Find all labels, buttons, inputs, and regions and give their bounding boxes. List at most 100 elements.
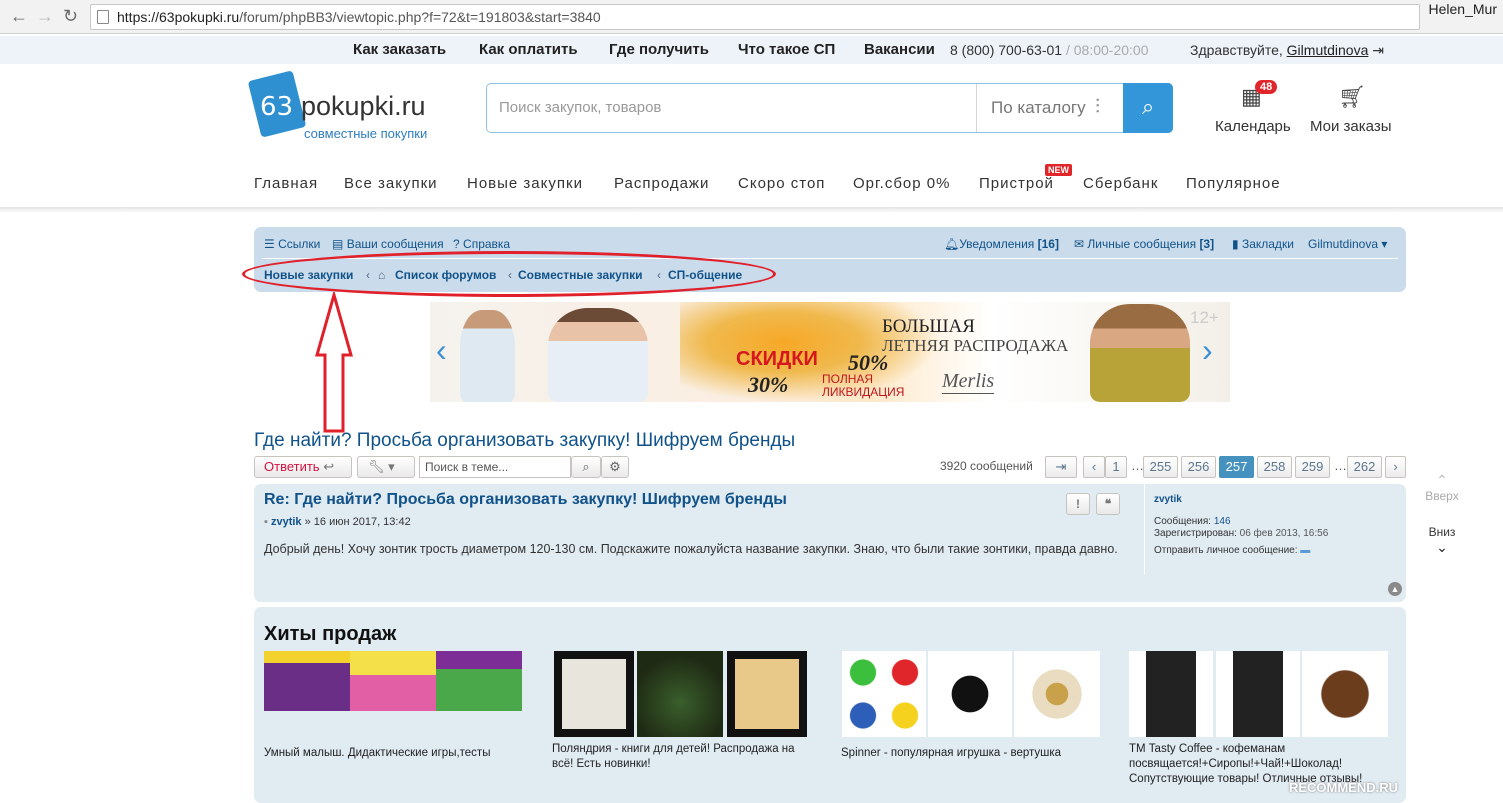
- your-posts-link[interactable]: ▤ Ваши сообщения: [332, 237, 444, 251]
- topmenu-what-is-sp[interactable]: Что такое СП: [738, 41, 835, 58]
- product-image-spinner-2[interactable]: [928, 651, 1012, 737]
- banner-next-icon[interactable]: ›: [1202, 332, 1213, 369]
- product-image-spinner-3[interactable]: [1014, 651, 1100, 737]
- chevron-left-icon: ‹: [1091, 459, 1097, 474]
- logo-name[interactable]: pokupki.ru: [301, 91, 426, 122]
- profile-divider: [1144, 484, 1145, 574]
- notifications-link[interactable]: 🔔︎Уведомления [16]: [944, 237, 1059, 251]
- nav-sberbank[interactable]: Сбербанк: [1083, 175, 1158, 192]
- scroll-down-link[interactable]: Вниз ⌄: [1422, 525, 1462, 556]
- product-image-spinner-1[interactable]: [842, 651, 926, 737]
- pm-icon[interactable]: ▬: [1300, 545, 1310, 556]
- forward-arrow-icon[interactable]: →: [36, 7, 54, 25]
- user-menu[interactable]: Gilmutdinova ▾: [1308, 237, 1387, 251]
- quote-button[interactable]: ❝: [1096, 493, 1120, 515]
- calendar-badge: 48: [1255, 80, 1278, 94]
- post-author[interactable]: zvytik: [271, 516, 302, 528]
- nav-new-purchases[interactable]: Новые закупки: [467, 175, 583, 192]
- prev-page-button[interactable]: ‹: [1083, 456, 1105, 478]
- my-orders-link[interactable]: Мои заказы: [1310, 118, 1392, 135]
- logout-icon[interactable]: ⇥: [1372, 42, 1384, 58]
- advanced-search-button[interactable]: ⚙: [601, 456, 629, 478]
- next-page-button[interactable]: ›: [1385, 456, 1406, 478]
- product-image-book-3[interactable]: [727, 651, 807, 737]
- nav-all-purchases[interactable]: Все закупки: [344, 175, 438, 192]
- private-messages-link[interactable]: ✉ Личные сообщения [3]: [1074, 237, 1214, 251]
- catalog-select[interactable]: По каталогу: [991, 98, 1086, 118]
- address-bar[interactable]: https://63pokupki.ru/forum/phpBB3/viewto…: [90, 4, 1420, 30]
- product-caption-books[interactable]: Поляндрия - книги для детей! Распродажа …: [552, 742, 812, 772]
- page-255[interactable]: 255: [1143, 456, 1178, 478]
- nav-home[interactable]: Главная: [254, 175, 318, 192]
- nav-org-fee[interactable]: Орг.сбор 0%: [853, 175, 950, 192]
- reply-button[interactable]: Ответить ↩: [254, 456, 352, 478]
- search-input[interactable]: Поиск закупок, товаров: [499, 99, 661, 116]
- bestsellers-section: Хиты продаж Умный малыш. Дидактические и…: [254, 607, 1406, 803]
- messages-label: Личные сообщения: [1087, 237, 1197, 251]
- chevron-right-icon: ›: [1393, 459, 1398, 474]
- nav-popular[interactable]: Популярное: [1186, 175, 1281, 192]
- product-image-games-1[interactable]: [264, 651, 350, 711]
- jump-to-page-button[interactable]: ⇥: [1045, 456, 1077, 478]
- links-menu[interactable]: ☰ Ссылки: [264, 237, 320, 251]
- topmenu-how-to-pay[interactable]: Как оплатить: [479, 41, 578, 58]
- post-title[interactable]: Re: Где найти? Просьба организовать заку…: [264, 491, 787, 509]
- page-1[interactable]: 1: [1105, 456, 1127, 478]
- browser-toolbar: ← → ↻ https://63pokupki.ru/forum/phpBB3/…: [0, 0, 1503, 34]
- bell-icon: 🔔︎: [944, 237, 960, 251]
- reply-label: Ответить: [264, 459, 320, 474]
- topmenu-where-to-get[interactable]: Где получить: [609, 41, 709, 58]
- product-image-book-1[interactable]: [554, 651, 634, 737]
- topic-search-input[interactable]: Поиск в теме...: [419, 456, 571, 478]
- user-greeting: Здравствуйте, Gilmutdinova ⇥: [1190, 42, 1384, 59]
- banner-model-1: [460, 310, 515, 402]
- header-divider: [0, 207, 1503, 213]
- browser-profile-name[interactable]: Helen_Mur: [1429, 1, 1497, 17]
- profile-registered-label: Зарегистрирован:: [1154, 528, 1240, 539]
- topmenu-vacancies[interactable]: Вакансии: [864, 41, 935, 58]
- profile-posts-value[interactable]: 146: [1214, 516, 1231, 527]
- nav-attach[interactable]: Пристрой: [979, 175, 1054, 192]
- topmenu-how-to-order[interactable]: Как заказать: [353, 41, 446, 58]
- scroll-up-link[interactable]: ⌃ Вверх: [1422, 472, 1462, 503]
- product-image-coffee-1[interactable]: [1129, 651, 1213, 737]
- calendar-link[interactable]: Календарь: [1215, 118, 1291, 135]
- help-icon: ?: [453, 237, 460, 251]
- help-link[interactable]: ? Справка: [453, 237, 510, 251]
- page-258[interactable]: 258: [1257, 456, 1292, 478]
- page-257-current[interactable]: 257: [1219, 456, 1254, 478]
- report-button[interactable]: !: [1066, 493, 1090, 515]
- bookmarks-link[interactable]: ▮ Закладки: [1232, 237, 1294, 251]
- product-caption-spinner[interactable]: Spinner - популярная игрушка - вертушка: [841, 746, 1101, 761]
- page-icon: [97, 10, 109, 24]
- reply-arrow-icon: ↩: [323, 459, 335, 474]
- profile-username[interactable]: zvytik: [1154, 494, 1182, 505]
- product-image-book-2[interactable]: [637, 651, 723, 737]
- topic-title[interactable]: Где найти? Просьба организовать закупку!…: [254, 430, 795, 452]
- nav-soon-stop[interactable]: Скоро стоп: [738, 175, 825, 192]
- filter-sliders-icon[interactable]: ⫶: [1095, 96, 1100, 119]
- work-hours: / 08:00-20:00: [1062, 42, 1149, 58]
- page-256[interactable]: 256: [1181, 456, 1216, 478]
- logo-number[interactable]: 63: [260, 92, 293, 122]
- cart-icon[interactable]: 🛒︎: [1338, 84, 1366, 110]
- product-caption-games[interactable]: Умный малыш. Дидактические игры,тесты: [264, 746, 534, 761]
- topic-tools-button[interactable]: 🔧︎ ▾: [357, 456, 415, 478]
- nav-sales[interactable]: Распродажи: [614, 175, 709, 192]
- back-to-top-icon[interactable]: ▲: [1388, 582, 1402, 596]
- chevron-down-icon: ⌄: [1436, 539, 1448, 555]
- page-259[interactable]: 259: [1295, 456, 1330, 478]
- topic-search-button[interactable]: ⌕: [571, 456, 601, 478]
- search-button[interactable]: ⌕: [1123, 83, 1173, 133]
- product-image-games-2[interactable]: [350, 651, 436, 711]
- product-image-games-3[interactable]: [436, 651, 522, 711]
- back-arrow-icon[interactable]: ←: [10, 7, 28, 25]
- page-262[interactable]: 262: [1347, 456, 1382, 478]
- product-image-coffee-2[interactable]: [1216, 651, 1300, 737]
- banner-prev-icon[interactable]: ‹: [436, 332, 447, 369]
- product-image-coffee-3[interactable]: [1302, 651, 1388, 737]
- promo-banner[interactable]: БОЛЬШАЯ ЛЕТНЯЯ РАСПРОДАЖА СКИДКИ 30% 50%…: [430, 302, 1230, 402]
- reload-icon[interactable]: ↻: [63, 7, 78, 25]
- chevron-up-icon: ⌃: [1436, 472, 1448, 488]
- greeting-user-link[interactable]: Gilmutdinova: [1287, 42, 1369, 58]
